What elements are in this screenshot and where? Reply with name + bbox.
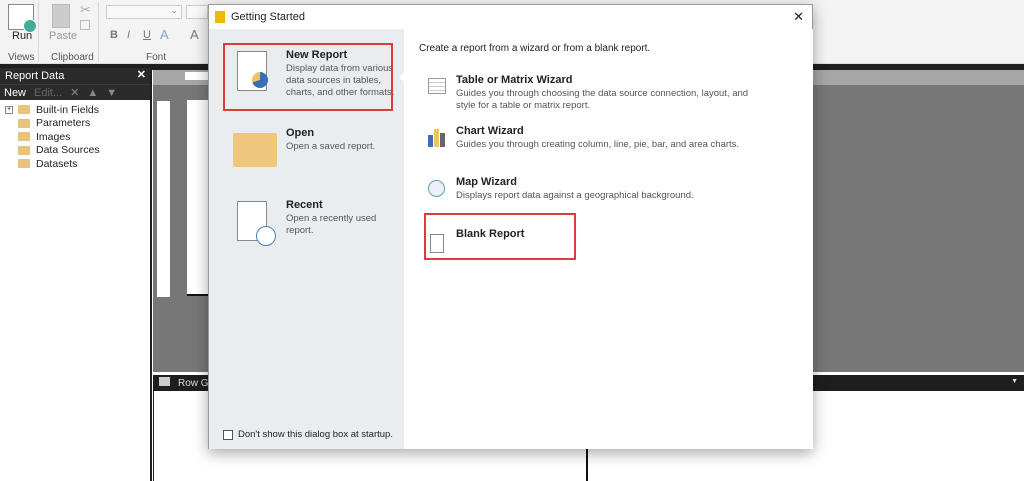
dialog-right-pane: Create a report from a wizard or from a … [404,29,813,449]
globe-icon [428,180,445,197]
tree-label: Images [36,130,71,143]
tree-item-parameters[interactable]: Parameters [0,117,150,131]
map-wizard[interactable]: Map Wizard Displays report data against … [426,176,806,206]
highlight-box [223,43,393,111]
wizard-desc: Guides you through choosing the data sou… [456,88,749,111]
copy-icon[interactable] [80,20,90,30]
paste-icon[interactable] [52,4,70,28]
dont-show-checkbox[interactable]: Don't show this dialog box at startup. [223,429,393,440]
tree-item-images[interactable]: Images [0,130,150,144]
underline-button[interactable]: U [143,29,151,41]
paste-button[interactable]: Paste [49,30,77,42]
recent-report-icon [237,201,276,246]
dropdown-icon[interactable]: ▼ [1011,378,1018,385]
delete-icon[interactable]: ✕ [70,86,79,99]
group-font: Font [146,52,167,63]
app-icon [215,11,225,23]
move-down-icon[interactable]: ▼ [106,87,117,99]
folder-icon [18,118,30,128]
run-icon[interactable] [8,4,37,33]
tree-label: Built-in Fields [36,103,100,116]
folder-icon [18,105,30,115]
run-button[interactable]: Run [12,30,32,42]
tree-label: Data Sources [36,144,100,157]
highlight-box [424,213,576,260]
option-title: Recent [286,199,323,211]
folder-icon [18,145,30,155]
recent-option[interactable]: Recent Open a recently used report. [223,195,393,261]
wizard-desc: Displays report data against a geographi… [456,190,694,201]
grid-icon [159,377,170,386]
wizard-title: Table or Matrix Wizard [456,74,573,86]
font-color-icon[interactable]: A [160,27,169,42]
option-title: Open [286,127,315,139]
table-matrix-wizard[interactable]: Table or Matrix Wizard Guides you throug… [426,74,806,114]
wizard-desc: Guides you through creating column, line… [456,139,740,150]
font-name-select[interactable]: ⌄ [106,5,182,19]
panel-title: Report Data [5,70,65,82]
tree-item-built-in-fields[interactable]: + Built-in Fields [0,103,150,117]
group-views: Views [8,52,35,63]
dialog-titlebar: Getting Started ✕ [209,5,812,29]
wizard-title: Chart Wizard [456,125,524,137]
edit-button[interactable]: Edit... [34,87,62,99]
close-icon[interactable]: ✕ [137,68,146,81]
folder-icon [18,159,30,169]
report-data-header: Report Data ✕ [0,68,150,84]
close-icon[interactable]: ✕ [793,9,804,25]
checkbox[interactable] [223,429,233,440]
cut-icon[interactable]: ✂ [80,2,91,18]
tree-item-data-sources[interactable]: Data Sources [0,144,150,158]
new-button[interactable]: New [4,87,26,99]
chart-wizard-icon [428,129,445,147]
grow-font-icon[interactable]: A [190,27,199,42]
report-data-toolbar: New Edit... ✕ ▲ ▼ [0,84,150,100]
tree-label: Datasets [36,157,78,170]
font-size-select[interactable] [186,5,208,19]
getting-started-dialog: Getting Started ✕ New Report Display data… [208,4,813,449]
folder-icon [18,132,30,142]
folder-icon [233,133,277,167]
bold-button[interactable]: B [110,29,118,41]
italic-button[interactable]: I [127,29,130,41]
dialog-title: Getting Started [231,11,305,23]
expand-icon[interactable]: + [5,105,13,114]
open-option[interactable]: Open Open a saved report. [223,123,393,189]
horizontal-ruler [185,72,210,80]
chart-wizard[interactable]: Chart Wizard Guides you through creating… [426,125,806,155]
dialog-left-pane: New Report Display data from various dat… [209,29,405,449]
group-clipboard: Clipboard [51,52,94,63]
wizard-title: Map Wizard [456,176,518,188]
vertical-ruler [157,101,170,297]
option-desc: Open a saved report. [286,141,376,152]
tree-item-datasets[interactable]: Datasets [0,157,150,171]
report-data-panel: Report Data ✕ New Edit... ✕ ▲ ▼ + Built-in… [0,68,152,481]
option-desc: Open a recently used report. [286,213,377,236]
move-up-icon[interactable]: ▲ [87,87,98,99]
intro-text: Create a report from a wizard or from a … [419,43,651,54]
checkbox-label: Don't show this dialog box at startup. [238,429,393,440]
table-wizard-icon [428,78,446,94]
tree-label: Parameters [36,117,91,130]
